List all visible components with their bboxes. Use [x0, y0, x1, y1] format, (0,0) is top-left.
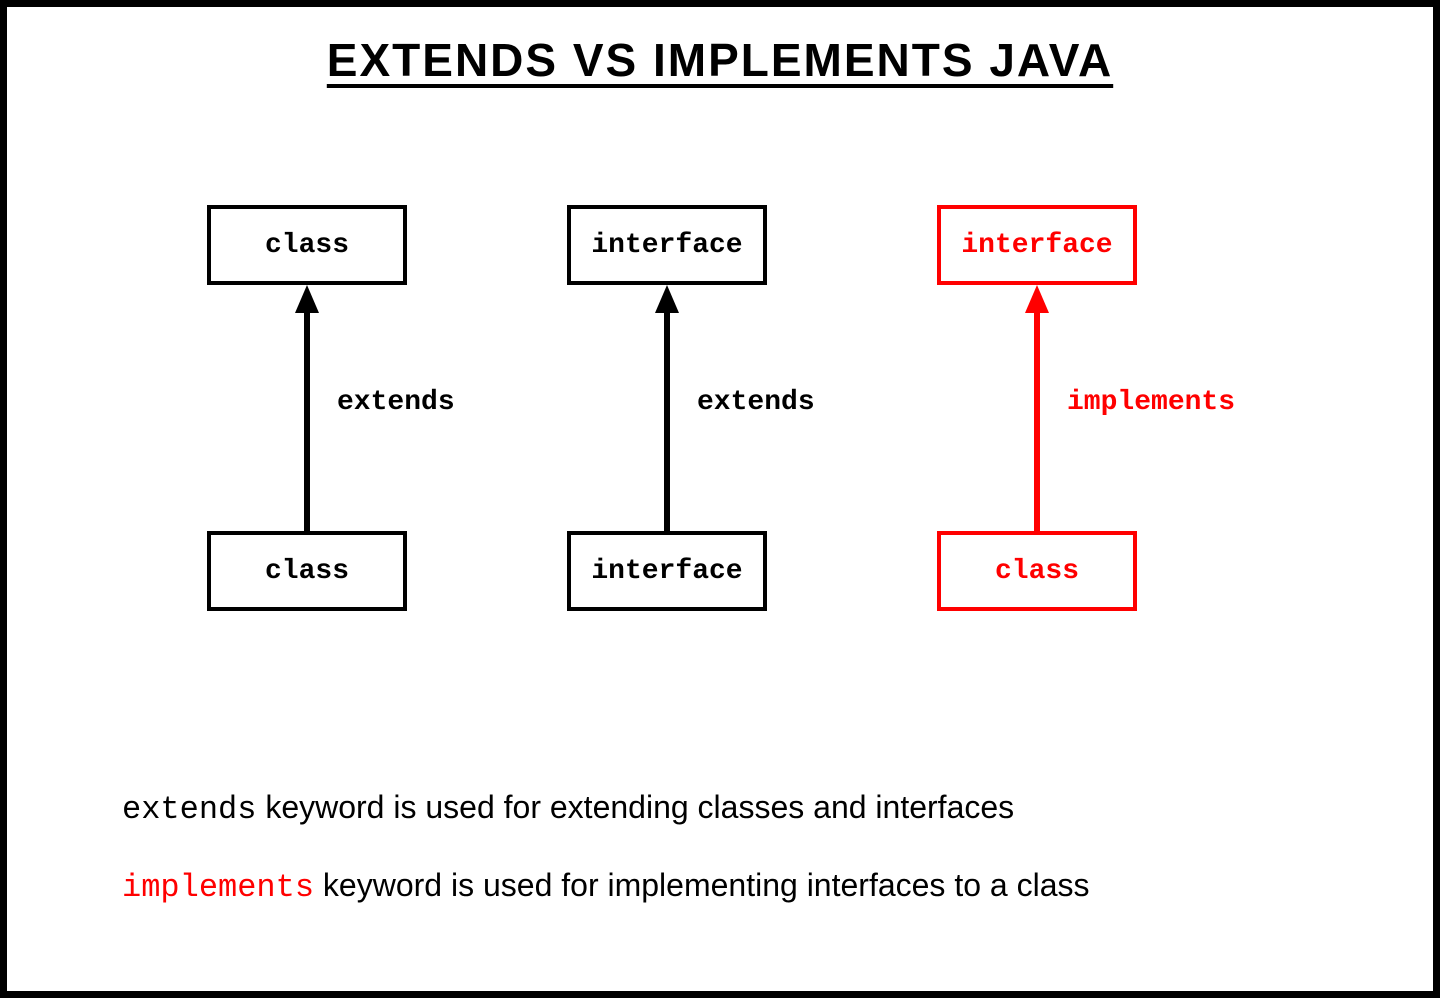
- col3-bottom-label: class: [995, 556, 1079, 587]
- col2-bottom-label: interface: [591, 556, 742, 587]
- col2-arrow-up-icon: [655, 285, 679, 531]
- desc2-rest: keyword is used for implementing interfa…: [314, 867, 1089, 903]
- desc1-rest: keyword is used for extending classes an…: [256, 789, 1014, 825]
- page-title: EXTENDS VS IMPLEMENTS JAVA: [7, 33, 1433, 87]
- desc1-keyword: extends: [122, 791, 256, 828]
- col1-top-box: class: [207, 205, 407, 285]
- diagram-frame: EXTENDS VS IMPLEMENTS JAVA class extends…: [0, 0, 1440, 998]
- col3-arrow-up-icon: [1025, 285, 1049, 531]
- description-extends: extends keyword is used for extending cl…: [122, 789, 1014, 828]
- col2-top-box: interface: [567, 205, 767, 285]
- col1-arrow-up-icon: [295, 285, 319, 531]
- col1-relation-label: extends: [337, 387, 455, 418]
- col3-top-label: interface: [961, 230, 1112, 261]
- col2-top-label: interface: [591, 230, 742, 261]
- description-implements: implements keyword is used for implement…: [122, 867, 1089, 906]
- desc2-keyword: implements: [122, 869, 314, 906]
- col3-bottom-box: class: [937, 531, 1137, 611]
- col3-relation-label: implements: [1067, 387, 1235, 418]
- col1-bottom-label: class: [265, 556, 349, 587]
- col3-top-box: interface: [937, 205, 1137, 285]
- col2-bottom-box: interface: [567, 531, 767, 611]
- col1-bottom-box: class: [207, 531, 407, 611]
- col1-top-label: class: [265, 230, 349, 261]
- col2-relation-label: extends: [697, 387, 815, 418]
